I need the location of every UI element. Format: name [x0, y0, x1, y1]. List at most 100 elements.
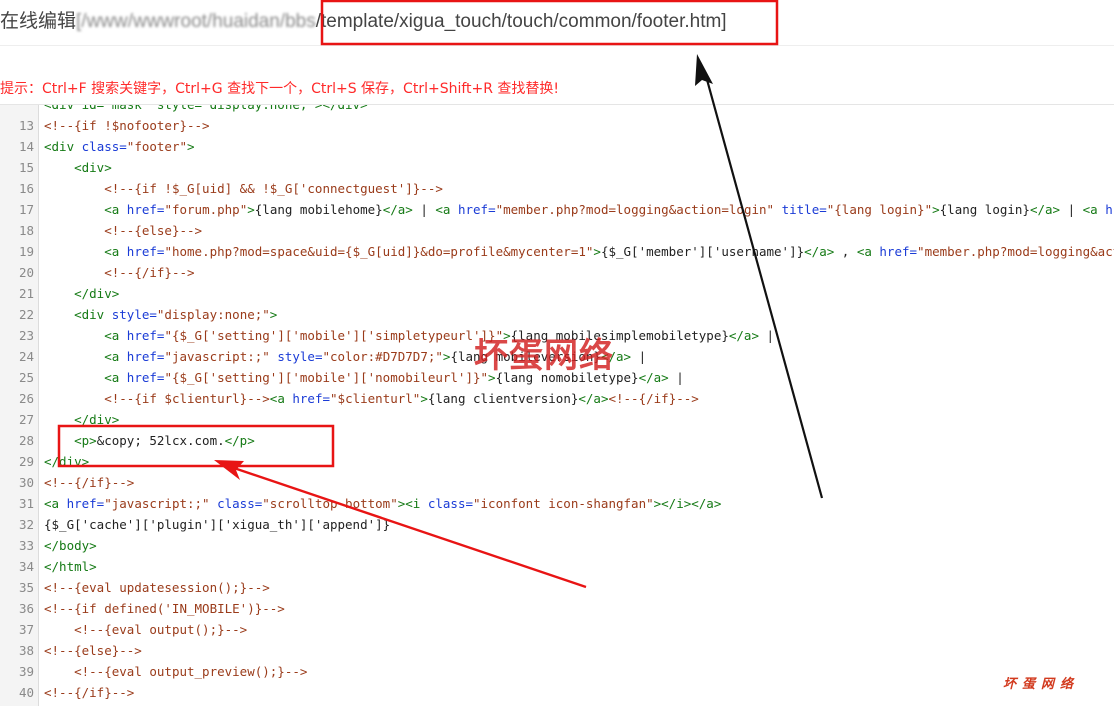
- code-line[interactable]: 13 <!--{if !$nofooter}-->: [0, 115, 1114, 136]
- code-line[interactable]: 31 <a href="javascript:;" class="scrollto…: [0, 493, 1114, 514]
- code-token: ><i: [397, 496, 428, 511]
- line-number: 24: [18, 349, 34, 364]
- code-token: |: [412, 202, 436, 217]
- code-line[interactable]: 21 </div>: [0, 283, 1114, 304]
- code-text: <!--{eval updatesession();}-->: [44, 577, 270, 598]
- code-token: "$clienturl": [330, 391, 421, 406]
- code-token: "home.php?mod=space&uid={$_G[uid]}&do=pr…: [164, 244, 594, 259]
- code-token: <a: [856, 244, 880, 259]
- code-text: </body>: [44, 535, 97, 556]
- code-text: </div>: [44, 451, 89, 472]
- code-token: <!--{eval output_preview();}-->: [74, 664, 308, 679]
- code-token: title=: [774, 202, 827, 217]
- code-token: <a: [104, 328, 127, 343]
- code-token: <div id="mask" style="display:none;"></d…: [44, 104, 368, 112]
- code-token: "javascript:;": [164, 349, 270, 364]
- code-token: |: [758, 328, 775, 343]
- code-text: <a href="{$_G['setting']['mobile']['simp…: [44, 325, 774, 346]
- code-token: {lang login}: [939, 202, 1030, 217]
- code-token: </a>: [1029, 202, 1061, 217]
- code-token: <!--{if !$_G[uid] && !$_G['connectguest'…: [104, 181, 443, 196]
- code-text: <div class="footer">: [44, 136, 195, 157]
- code-line[interactable]: 40 <!--{/if}-->: [0, 682, 1114, 703]
- code-token: {lang mobilehome}: [254, 202, 383, 217]
- code-token: <a: [435, 202, 458, 217]
- code-line[interactable]: 39 <!--{eval output_preview();}-->: [0, 661, 1114, 682]
- code-line[interactable]: 15 <div>: [0, 157, 1114, 178]
- code-line[interactable]: 30 <!--{/if}-->: [0, 472, 1114, 493]
- code-token: >: [932, 202, 940, 217]
- code-line[interactable]: 26 <!--{if $clienturl}--><a href="$clien…: [0, 388, 1114, 409]
- code-text: <!--{if !$nofooter}-->: [44, 115, 210, 136]
- code-line[interactable]: 20 <!--{/if}-->: [0, 262, 1114, 283]
- code-token: <!--{eval updatesession();}-->: [44, 580, 270, 595]
- code-text: <a href="home.php?mod=space&uid={$_G[uid…: [44, 241, 1114, 262]
- code-line[interactable]: 32 {$_G['cache']['plugin']['xigua_th']['a…: [0, 514, 1114, 535]
- code-token: {$_G['cache']['plugin']['xigua_th']['app…: [44, 517, 391, 532]
- code-token: >: [247, 202, 255, 217]
- code-line[interactable]: 19 <a href="home.php?mod=space&uid={$_G[…: [0, 241, 1114, 262]
- code-text: <!--{else}-->: [44, 220, 202, 241]
- code-line[interactable]: 35 <!--{eval updatesession();}-->: [0, 577, 1114, 598]
- code-line[interactable]: <div id="mask" style="display:none;"></d…: [0, 104, 1114, 115]
- code-text: <div id="mask" style="display:none;"></d…: [44, 104, 368, 115]
- code-token: >: [269, 307, 278, 322]
- editor-title-prefix: 在线编辑: [0, 11, 77, 32]
- code-line[interactable]: 34 </html>: [0, 556, 1114, 577]
- line-number: 27: [18, 412, 34, 427]
- code-token: style=: [269, 349, 323, 364]
- line-number: 19: [18, 244, 34, 259]
- code-area[interactable]: <div id="mask" style="display:none;"></d…: [0, 105, 1114, 706]
- code-editor[interactable]: <div id="mask" style="display:none;"></d…: [0, 104, 1114, 706]
- code-line[interactable]: 38 <!--{else}-->: [0, 640, 1114, 661]
- code-line[interactable]: 28 <p>&copy; 52lcx.com.</p>: [0, 430, 1114, 451]
- shortcut-hint: 提示：Ctrl+F 搜索关键字，Ctrl+G 查找下一个，Ctrl+S 保存，C…: [0, 81, 560, 97]
- code-token: </div>: [44, 454, 90, 469]
- code-text: <p>&copy; 52lcx.com.</p>: [44, 430, 255, 451]
- code-token: "footer": [126, 139, 188, 154]
- code-line[interactable]: 14 <div class="footer">: [0, 136, 1114, 157]
- code-line[interactable]: 17 <a href="forum.php">{lang mobilehome}…: [0, 199, 1114, 220]
- code-token: </p>: [224, 433, 255, 448]
- code-token: <!--{eval output();}-->: [74, 622, 248, 637]
- code-token: "scrolltop bottom": [262, 496, 398, 511]
- code-token: ,: [834, 244, 857, 259]
- code-line[interactable]: 37 <!--{eval output();}-->: [0, 619, 1114, 640]
- code-line[interactable]: 27 </div>: [0, 409, 1114, 430]
- code-token: </div>: [74, 286, 120, 301]
- code-token: </html>: [44, 559, 97, 574]
- code-text: <!--{/if}-->: [44, 472, 134, 493]
- line-number: 35: [18, 580, 34, 595]
- code-line[interactable]: 29 </div>: [0, 451, 1114, 472]
- line-number: 15: [18, 160, 34, 175]
- code-token: <div: [44, 139, 82, 154]
- code-line[interactable]: 36 <!--{if defined('IN_MOBILE')}-->: [0, 598, 1114, 619]
- line-number: 39: [18, 664, 34, 679]
- code-line[interactable]: 22 <div style="display:none;">: [0, 304, 1114, 325]
- code-token: href=: [126, 349, 165, 364]
- code-token: </div>: [74, 412, 120, 427]
- code-text: <a href="forum.php">{lang mobilehome}</a…: [44, 199, 1114, 220]
- code-line[interactable]: 16 <!--{if !$_G[uid] && !$_G['connectgue…: [0, 178, 1114, 199]
- line-number: 26: [18, 391, 34, 406]
- code-token: <!--{/if}-->: [44, 685, 135, 700]
- line-number: 17: [18, 202, 34, 217]
- code-token: </a>: [578, 391, 609, 406]
- blurred-path: [/www/wwwroot/huaidan/bbs: [76, 11, 316, 32]
- code-line[interactable]: 33 </body>: [0, 535, 1114, 556]
- file-path: /template/xigua_touch/touch/common/foote…: [315, 11, 727, 32]
- code-token: <a: [104, 349, 127, 364]
- line-number: 38: [18, 643, 34, 658]
- code-line[interactable]: 18 <!--{else}-->: [0, 220, 1114, 241]
- code-token: <!--{if defined('IN_MOBILE')}-->: [44, 601, 285, 616]
- code-text: <!--{else}-->: [44, 640, 142, 661]
